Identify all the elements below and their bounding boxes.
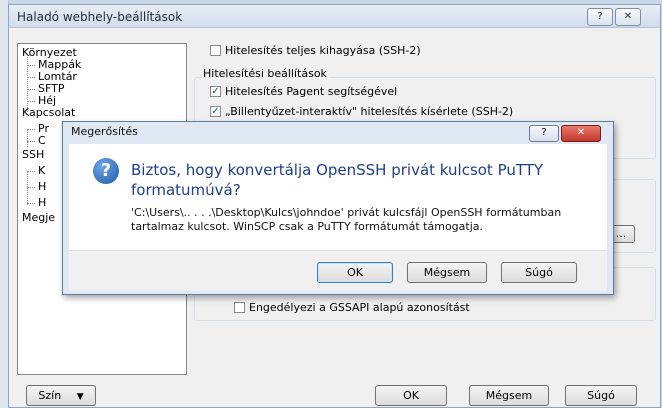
close-title-button[interactable]: ✕ (615, 8, 641, 26)
ok-button[interactable]: OK (375, 385, 447, 406)
dialog-title: Megerősítés (71, 125, 138, 138)
keyboard-interactive-checkbox[interactable]: ✓ (210, 106, 221, 117)
dialog-close-button[interactable]: ✕ (561, 125, 601, 142)
tree-item-connection[interactable]: Kapcsolat (22, 106, 75, 119)
tree-item-ssh[interactable]: SSH (22, 148, 44, 161)
dialog-main-instruction: Biztos, hogy konvertálja OpenSSH privát … (131, 161, 544, 199)
dialog-cancel-button[interactable]: Mégsem (407, 262, 487, 283)
cancel-button[interactable]: Mégsem (469, 385, 549, 406)
gssapi-checkbox[interactable] (234, 302, 245, 313)
tree-connector (27, 129, 28, 147)
tree-item-authentication[interactable]: H (38, 180, 46, 193)
tree-item-notes[interactable]: Megje (22, 211, 55, 224)
dropdown-arrow-icon: ▼ (76, 392, 84, 402)
dialog-button-bar: OK Mégsem Súgó (69, 250, 607, 291)
tree-item-connection-sub[interactable]: C (38, 134, 46, 147)
help-button[interactable]: Súgó (565, 385, 637, 406)
dialog-help-title-button[interactable]: ? (529, 125, 559, 142)
tree-item-bugs[interactable]: H (38, 196, 46, 209)
title-bar: Haladó webhely-beállítások ? ✕ (9, 5, 660, 28)
dialog-ok-button[interactable]: OK (317, 262, 393, 283)
question-icon: ? (93, 158, 119, 184)
tree-item-key-exchange[interactable]: K (38, 164, 45, 177)
dialog-content-text: 'C:\Users\.. . . .\Desktop\Kulcs\johndoe… (131, 206, 562, 233)
gssapi-label: Engedélyezi a GSSAPI alapú azonosítást (249, 301, 470, 314)
skip-auth-label: Hitelesítés teljes kihagyása (SSH-2) (225, 44, 421, 57)
dialog-body: ? Biztos, hogy konvertálja OpenSSH privá… (69, 144, 607, 250)
help-title-button[interactable]: ? (587, 8, 613, 26)
pageant-checkbox[interactable]: ✓ (210, 86, 221, 97)
auth-options-group-label: Hitelesítési beállítások (201, 67, 329, 80)
window-title: Haladó webhely-beállítások (17, 10, 183, 24)
pageant-label: Hitelesítés Pagent segítségével (225, 85, 398, 98)
tree-connector (27, 171, 28, 205)
confirmation-dialog: Megerősítés ? ✕ ? Biztos, hogy konvertál… (62, 121, 614, 295)
color-button[interactable]: Szín ▼ (26, 385, 96, 406)
color-button-label: Szín (38, 389, 62, 402)
keyboard-interactive-label: „Billentyűzet-interaktív" hitelesítés kí… (225, 105, 514, 118)
skip-auth-checkbox[interactable] (210, 45, 221, 56)
dialog-help-button[interactable]: Súgó (501, 262, 577, 283)
